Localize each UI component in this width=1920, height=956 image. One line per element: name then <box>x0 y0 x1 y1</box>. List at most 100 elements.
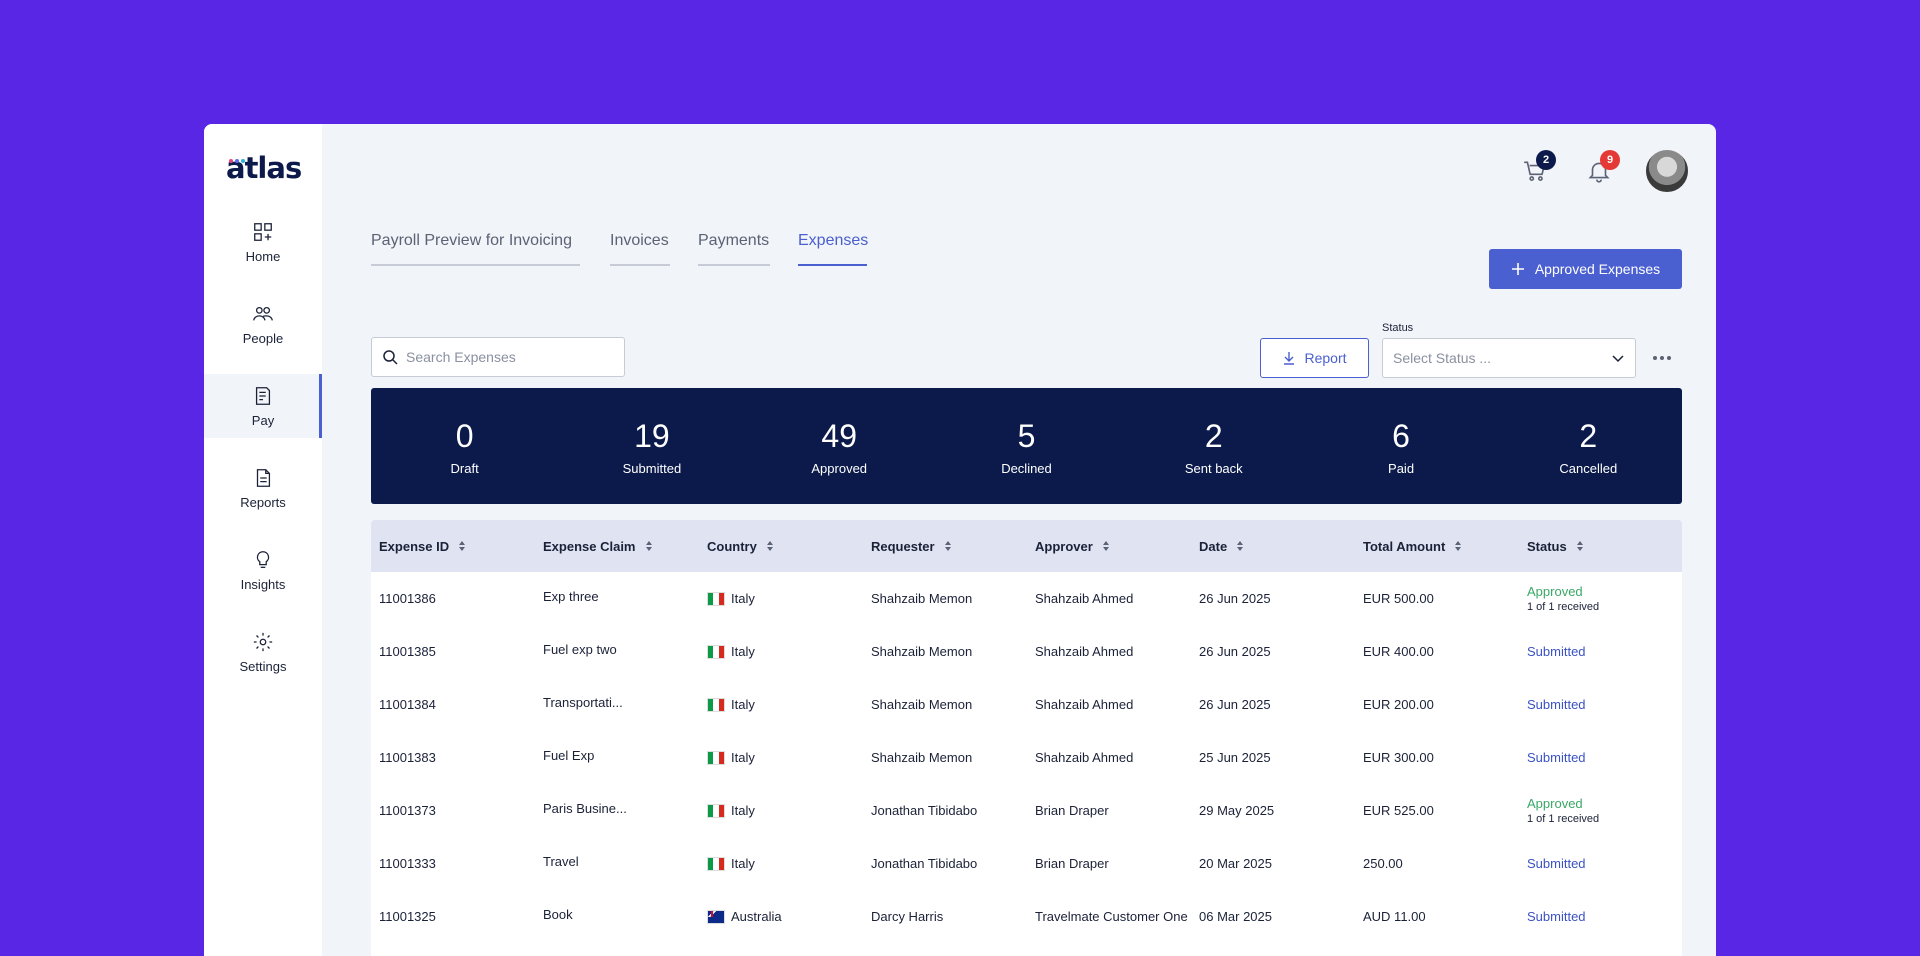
tab-expenses[interactable]: Expenses <box>798 232 868 266</box>
cell-approver: Shahzaib Ahmed <box>1035 644 1134 659</box>
column-header-label: Total Amount <box>1363 538 1446 554</box>
sidebar-item-label: People <box>242 330 284 346</box>
stat-draft[interactable]: 0 Draft <box>371 388 558 504</box>
tab-invoices[interactable]: Invoices <box>610 232 670 266</box>
app-window: atlas Home People Pay Reports Insights S… <box>204 124 1716 956</box>
cell-date: 26 Jun 2025 <box>1199 644 1271 659</box>
sidebar-item-label: Insights <box>240 576 286 592</box>
table-row[interactable]: 11001383 Fuel Exp Italy Shahzaib Memon Shahz… <box>371 731 1682 784</box>
column-header-total-amount[interactable]: Total Amount <box>1355 539 1519 554</box>
search-field[interactable] <box>371 337 625 377</box>
cell-total-amount: EUR 300.00 <box>1363 750 1434 765</box>
sidebar-item-reports[interactable]: Reports <box>204 456 322 520</box>
status-summary: 0 Draft 19 Submitted 49 Approved 5 Declined … <box>371 388 1682 504</box>
column-header-requester[interactable]: Requester <box>863 539 1027 554</box>
cell-status: Approved 1 of 1 received <box>1519 796 1682 825</box>
table-row[interactable]: 11001386 Exp three Italy Shahzaib Memon Shah… <box>371 572 1682 625</box>
column-header-label: Expense Claim <box>543 538 636 554</box>
country-name: Italy <box>731 696 755 712</box>
column-header-label: Date <box>1199 538 1228 554</box>
approved-expenses-label: Approved Expenses <box>1534 261 1661 277</box>
approved-expenses-button[interactable]: Approved Expenses <box>1489 249 1682 289</box>
stat-value: 2 <box>1579 417 1598 454</box>
status-text: Submitted <box>1527 750 1586 765</box>
table-row[interactable]: 11001325 Book Australia Darcy Harris Travelm… <box>371 890 1682 943</box>
column-header-expense-id[interactable]: Expense ID <box>371 539 535 554</box>
cell-date: 29 May 2025 <box>1199 803 1275 818</box>
table-row[interactable]: 11001333 Travel Italy Jonathan Tibidabo Bria… <box>371 837 1682 890</box>
column-header-approver[interactable]: Approver <box>1027 539 1191 554</box>
column-header-expense-claim[interactable]: Expense Claim <box>535 539 699 554</box>
country-name: Italy <box>731 749 755 765</box>
sidebar-item-people[interactable]: People <box>204 292 322 356</box>
country-name: Italy <box>731 590 755 606</box>
atlas-logo[interactable]: atlas <box>226 152 304 184</box>
cell-expense-id: 11001373 <box>379 803 436 818</box>
table-row[interactable]: 11001384 Transportati... Italy Shahzaib Mem… <box>371 678 1682 731</box>
stat-cancelled[interactable]: 2 Cancelled <box>1495 388 1682 504</box>
sidebar-item-insights[interactable]: Insights <box>204 538 322 602</box>
cell-country: Italy <box>699 803 863 819</box>
user-avatar[interactable] <box>1644 148 1690 194</box>
cell-country: Italy <box>699 856 863 872</box>
more-icon-dot <box>1667 356 1671 360</box>
stat-label: Cancelled <box>1559 460 1618 476</box>
search-input[interactable] <box>406 349 606 365</box>
table-row[interactable]: 11001373 Paris Busine... Italy Jonathan Tib… <box>371 784 1682 837</box>
sort-icon <box>1576 541 1583 551</box>
cell-status: Submitted <box>1519 697 1682 712</box>
sidebar-item-home[interactable]: Home <box>204 210 322 274</box>
cell-total-amount: EUR 200.00 <box>1363 697 1434 712</box>
search-icon <box>383 350 398 365</box>
country-name: Australia <box>731 908 782 924</box>
cell-expense-claim: Fuel exp two <box>543 642 617 657</box>
cell-approver: Brian Draper <box>1035 856 1109 871</box>
cell-status: Approved 1 of 1 received <box>1519 584 1682 613</box>
stat-approved[interactable]: 49 Approved <box>746 388 933 504</box>
cell-expense-id: 11001325 <box>379 909 436 924</box>
status-text: Submitted <box>1527 909 1586 924</box>
cell-requester: Darcy Harris <box>871 909 944 924</box>
cell-total-amount: EUR 525.00 <box>1363 803 1434 818</box>
cell-expense-id: 11001385 <box>379 644 436 659</box>
column-header-label: Status <box>1527 538 1567 554</box>
column-header-date[interactable]: Date <box>1191 539 1355 554</box>
cell-date: 26 Jun 2025 <box>1199 697 1271 712</box>
stat-submitted[interactable]: 19 Submitted <box>558 388 745 504</box>
column-header-status[interactable]: Status <box>1519 539 1682 554</box>
cell-expense-id: 11001386 <box>379 591 436 606</box>
stat-paid[interactable]: 6 Paid <box>1307 388 1494 504</box>
cell-approver: Shahzaib Ahmed <box>1035 697 1134 712</box>
more-icon-dot <box>1660 356 1664 360</box>
table-row[interactable]: 11001385 Fuel exp two Italy Shahzaib Memon S… <box>371 625 1682 678</box>
notifications-button[interactable]: 9 <box>1586 150 1620 184</box>
column-header-label: Requester <box>871 538 935 554</box>
cell-status: Submitted <box>1519 856 1682 871</box>
italy-flag-icon <box>707 857 725 872</box>
logo-dots <box>229 150 247 168</box>
italy-flag-icon <box>707 804 725 819</box>
country-name: Italy <box>731 643 755 659</box>
tab-payroll-preview[interactable]: Payroll Preview for Invoicing <box>371 232 580 266</box>
sidebar-item-label: Settings <box>239 658 287 674</box>
sort-icon <box>459 541 466 551</box>
sidebar-item-pay[interactable]: Pay <box>204 374 322 438</box>
stat-sent-back[interactable]: 2 Sent back <box>1120 388 1307 504</box>
cell-approver: Brian Draper <box>1035 803 1109 818</box>
cell-total-amount: AUD 11.00 <box>1363 909 1426 924</box>
cart-count-badge: 2 <box>1536 150 1556 170</box>
status-select[interactable]: Select Status ... <box>1382 338 1636 378</box>
grid-icon <box>254 222 272 241</box>
cart-button[interactable]: 2 <box>1522 150 1556 184</box>
cell-expense-claim: Exp three <box>543 589 599 604</box>
more-options-button[interactable] <box>1650 346 1674 370</box>
stat-declined[interactable]: 5 Declined <box>933 388 1120 504</box>
cell-requester: Shahzaib Memon <box>871 750 973 765</box>
report-label: Report <box>1304 350 1347 366</box>
column-header-country[interactable]: Country <box>699 539 863 554</box>
tab-payments[interactable]: Payments <box>698 232 770 266</box>
sidebar-item-settings[interactable]: Settings <box>204 620 322 684</box>
report-button[interactable]: Report <box>1260 338 1369 378</box>
table-body: 11001386 Exp three Italy Shahzaib Memon Shah… <box>371 572 1682 943</box>
status-text: Submitted <box>1527 644 1586 659</box>
